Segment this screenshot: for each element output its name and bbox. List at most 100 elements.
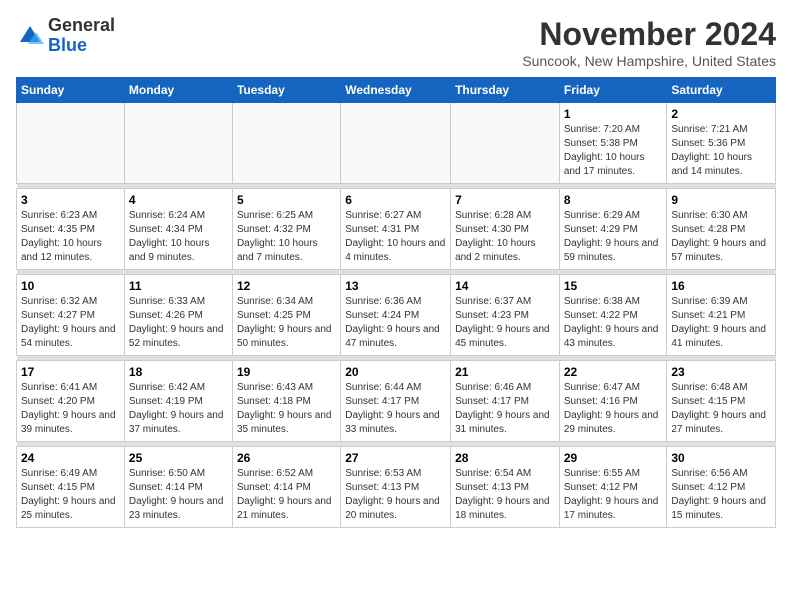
day-info: Sunrise: 6:25 AMSunset: 4:32 PMDaylight:… xyxy=(237,209,336,265)
day-number: 8 xyxy=(564,193,663,207)
calendar-cell: 4 Sunrise: 6:24 AMSunset: 4:34 PMDaylight… xyxy=(124,189,232,270)
day-info: Sunrise: 6:39 AMSunset: 4:21 PMDaylight:… xyxy=(671,295,771,351)
week-row-2: 10 Sunrise: 6:32 AMSunset: 4:27 PMDayligh… xyxy=(17,275,776,356)
day-number: 22 xyxy=(564,365,663,379)
calendar-cell xyxy=(17,103,125,184)
logo: General Blue xyxy=(16,16,115,56)
calendar-cell: 24Sunrise: 6:49 AMSunset: 4:15 PMDayligh… xyxy=(17,447,125,528)
day-info: Sunrise: 6:32 AMSunset: 4:27 PMDaylight:… xyxy=(21,295,120,351)
day-info: Sunrise: 6:54 AMSunset: 4:13 PMDaylight:… xyxy=(455,467,555,523)
day-number: 5 xyxy=(237,193,336,207)
day-info: Sunrise: 6:38 AMSunset: 4:22 PMDaylight:… xyxy=(564,295,663,351)
day-number: 12 xyxy=(237,279,336,293)
day-number: 27 xyxy=(345,451,446,465)
location-title: Suncook, New Hampshire, United States xyxy=(522,53,776,69)
day-info: Sunrise: 6:52 AMSunset: 4:14 PMDaylight:… xyxy=(237,467,336,523)
calendar-cell: 11 Sunrise: 6:33 AMSunset: 4:26 PMDayligh… xyxy=(124,275,232,356)
day-number: 19 xyxy=(237,365,336,379)
day-info: Sunrise: 7:21 AMSunset: 5:36 PMDaylight:… xyxy=(671,123,771,179)
calendar-cell: 20 Sunrise: 6:44 AMSunset: 4:17 PMDayligh… xyxy=(341,361,451,442)
day-number: 28 xyxy=(455,451,555,465)
calendar-cell: 3 Sunrise: 6:23 AMSunset: 4:35 PMDaylight… xyxy=(17,189,125,270)
day-info: Sunrise: 6:53 AMSunset: 4:13 PMDaylight:… xyxy=(345,467,446,523)
calendar-cell: 30 Sunrise: 6:56 AMSunset: 4:12 PMDayligh… xyxy=(667,447,776,528)
day-number: 4 xyxy=(129,193,228,207)
logo-text: General Blue xyxy=(48,16,115,56)
day-number: 2 xyxy=(671,107,771,121)
weekday-header-friday: Friday xyxy=(559,78,667,103)
calendar-cell xyxy=(341,103,451,184)
calendar-cell: 6Sunrise: 6:27 AMSunset: 4:31 PMDaylight… xyxy=(341,189,451,270)
calendar-cell: 9Sunrise: 6:30 AMSunset: 4:28 PMDaylight… xyxy=(667,189,776,270)
day-info: Sunrise: 6:41 AMSunset: 4:20 PMDaylight:… xyxy=(21,381,120,437)
week-row-3: 17 Sunrise: 6:41 AMSunset: 4:20 PMDayligh… xyxy=(17,361,776,442)
day-number: 7 xyxy=(455,193,555,207)
day-number: 10 xyxy=(21,279,120,293)
calendar-cell: 28 Sunrise: 6:54 AMSunset: 4:13 PMDayligh… xyxy=(451,447,560,528)
day-info: Sunrise: 6:24 AMSunset: 4:34 PMDaylight:… xyxy=(129,209,228,265)
calendar-cell: 2 Sunrise: 7:21 AMSunset: 5:36 PMDaylight… xyxy=(667,103,776,184)
calendar-cell: 21 Sunrise: 6:46 AMSunset: 4:17 PMDayligh… xyxy=(451,361,560,442)
calendar-cell: 5 Sunrise: 6:25 AMSunset: 4:32 PMDaylight… xyxy=(232,189,340,270)
calendar: SundayMondayTuesdayWednesdayThursdayFrid… xyxy=(16,77,776,528)
week-row-1: 3 Sunrise: 6:23 AMSunset: 4:35 PMDaylight… xyxy=(17,189,776,270)
day-info: Sunrise: 6:33 AMSunset: 4:26 PMDaylight:… xyxy=(129,295,228,351)
page-header: General Blue November 2024 Suncook, New … xyxy=(16,16,776,69)
calendar-cell: 10 Sunrise: 6:32 AMSunset: 4:27 PMDayligh… xyxy=(17,275,125,356)
weekday-header-wednesday: Wednesday xyxy=(341,78,451,103)
calendar-cell xyxy=(232,103,340,184)
day-number: 23 xyxy=(671,365,771,379)
day-number: 21 xyxy=(455,365,555,379)
weekday-header-row: SundayMondayTuesdayWednesdayThursdayFrid… xyxy=(17,78,776,103)
day-number: 20 xyxy=(345,365,446,379)
title-section: November 2024 Suncook, New Hampshire, Un… xyxy=(522,16,776,69)
day-number: 25 xyxy=(129,451,228,465)
day-info: Sunrise: 6:37 AMSunset: 4:23 PMDaylight:… xyxy=(455,295,555,351)
calendar-cell: 15 Sunrise: 6:38 AMSunset: 4:22 PMDayligh… xyxy=(559,275,667,356)
calendar-cell: 25 Sunrise: 6:50 AMSunset: 4:14 PMDayligh… xyxy=(124,447,232,528)
calendar-cell: 19 Sunrise: 6:43 AMSunset: 4:18 PMDayligh… xyxy=(232,361,340,442)
day-number: 15 xyxy=(564,279,663,293)
day-number: 11 xyxy=(129,279,228,293)
day-info: Sunrise: 6:49 AMSunset: 4:15 PMDaylight:… xyxy=(21,467,120,523)
calendar-cell: 12 Sunrise: 6:34 AMSunset: 4:25 PMDayligh… xyxy=(232,275,340,356)
weekday-header-monday: Monday xyxy=(124,78,232,103)
day-number: 30 xyxy=(671,451,771,465)
day-info: Sunrise: 6:50 AMSunset: 4:14 PMDaylight:… xyxy=(129,467,228,523)
week-row-4: 24Sunrise: 6:49 AMSunset: 4:15 PMDayligh… xyxy=(17,447,776,528)
day-number: 1 xyxy=(564,107,663,121)
weekday-header-tuesday: Tuesday xyxy=(232,78,340,103)
day-number: 9 xyxy=(671,193,771,207)
day-number: 3 xyxy=(21,193,120,207)
calendar-cell: 13Sunrise: 6:36 AMSunset: 4:24 PMDayligh… xyxy=(341,275,451,356)
day-number: 16 xyxy=(671,279,771,293)
weekday-header-saturday: Saturday xyxy=(667,78,776,103)
day-number: 18 xyxy=(129,365,228,379)
weekday-header-sunday: Sunday xyxy=(17,78,125,103)
day-info: Sunrise: 7:20 AMSunset: 5:38 PMDaylight:… xyxy=(564,123,663,179)
calendar-cell: 22Sunrise: 6:47 AMSunset: 4:16 PMDayligh… xyxy=(559,361,667,442)
month-title: November 2024 xyxy=(522,16,776,53)
calendar-cell: 26Sunrise: 6:52 AMSunset: 4:14 PMDayligh… xyxy=(232,447,340,528)
calendar-cell xyxy=(124,103,232,184)
day-info: Sunrise: 6:23 AMSunset: 4:35 PMDaylight:… xyxy=(21,209,120,265)
day-number: 13 xyxy=(345,279,446,293)
day-info: Sunrise: 6:27 AMSunset: 4:31 PMDaylight:… xyxy=(345,209,446,265)
weekday-header-thursday: Thursday xyxy=(451,78,560,103)
day-number: 29 xyxy=(564,451,663,465)
calendar-cell: 8Sunrise: 6:29 AMSunset: 4:29 PMDaylight… xyxy=(559,189,667,270)
week-row-0: 1 Sunrise: 7:20 AMSunset: 5:38 PMDaylight… xyxy=(17,103,776,184)
day-info: Sunrise: 6:44 AMSunset: 4:17 PMDaylight:… xyxy=(345,381,446,437)
day-info: Sunrise: 6:48 AMSunset: 4:15 PMDaylight:… xyxy=(671,381,771,437)
day-info: Sunrise: 6:46 AMSunset: 4:17 PMDaylight:… xyxy=(455,381,555,437)
day-info: Sunrise: 6:42 AMSunset: 4:19 PMDaylight:… xyxy=(129,381,228,437)
day-info: Sunrise: 6:56 AMSunset: 4:12 PMDaylight:… xyxy=(671,467,771,523)
day-info: Sunrise: 6:43 AMSunset: 4:18 PMDaylight:… xyxy=(237,381,336,437)
calendar-cell: 27 Sunrise: 6:53 AMSunset: 4:13 PMDayligh… xyxy=(341,447,451,528)
calendar-cell: 16 Sunrise: 6:39 AMSunset: 4:21 PMDayligh… xyxy=(667,275,776,356)
day-number: 17 xyxy=(21,365,120,379)
day-info: Sunrise: 6:55 AMSunset: 4:12 PMDaylight:… xyxy=(564,467,663,523)
day-info: Sunrise: 6:34 AMSunset: 4:25 PMDaylight:… xyxy=(237,295,336,351)
day-number: 14 xyxy=(455,279,555,293)
calendar-cell: 7Sunrise: 6:28 AMSunset: 4:30 PMDaylight… xyxy=(451,189,560,270)
